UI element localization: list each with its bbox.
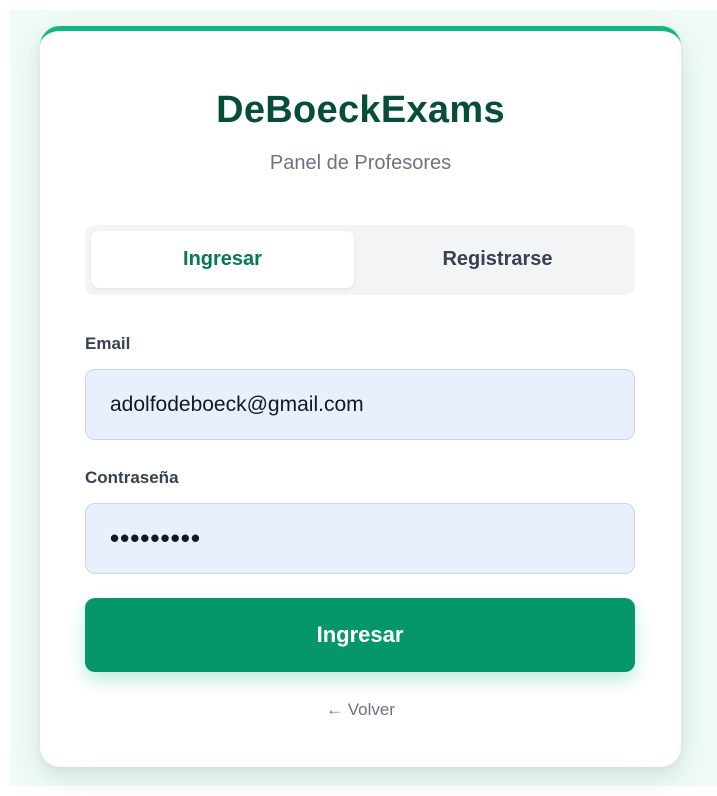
password-field[interactable]: ••••••••• bbox=[85, 503, 635, 574]
tab-register[interactable]: Registrarse bbox=[366, 231, 629, 288]
tab-login[interactable]: Ingresar bbox=[91, 231, 354, 288]
login-card: DeBoeckExams Panel de Profesores Ingresa… bbox=[40, 26, 681, 767]
auth-tabs: Ingresar Registrarse bbox=[85, 225, 635, 295]
brand-title: DeBoeckExams bbox=[216, 89, 505, 131]
email-field[interactable]: adolfodeboeck@gmail.com bbox=[85, 369, 635, 440]
email-label: Email bbox=[85, 334, 131, 353]
login-button[interactable]: Ingresar bbox=[85, 598, 635, 672]
back-link[interactable]: ← Volver bbox=[40, 700, 681, 720]
password-label: Contraseña bbox=[85, 468, 179, 487]
panel-subtitle: Panel de Profesores bbox=[269, 152, 452, 174]
